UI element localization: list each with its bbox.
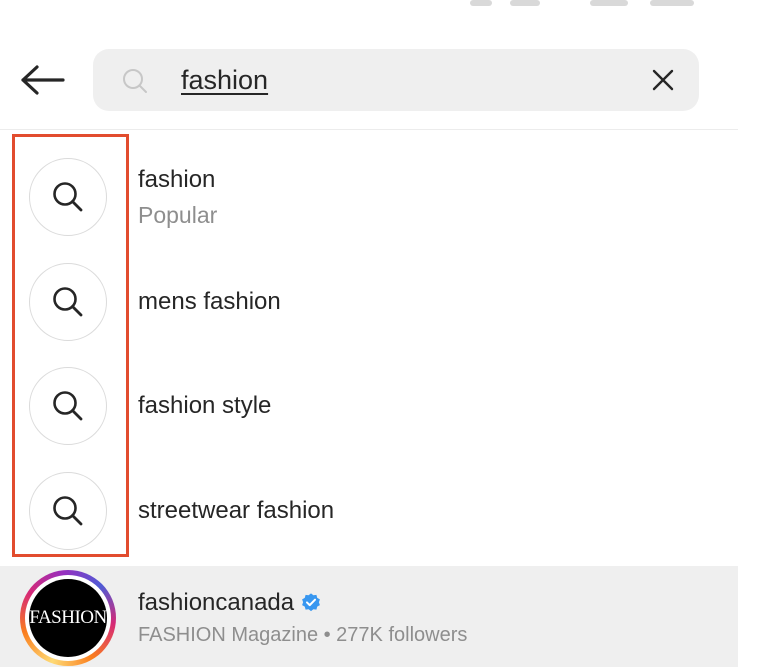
arrow-left-icon (21, 65, 65, 95)
suggestion-icon-circle (29, 158, 107, 236)
search-header: fashion (0, 40, 738, 130)
account-subtitle: FASHION Magazine • 277K followers (138, 624, 468, 646)
search-icon (53, 182, 83, 212)
suggestion-icon-circle (29, 472, 107, 550)
suggestion-subtitle: Popular (138, 202, 218, 228)
suggestion-title: fashion (138, 166, 216, 193)
search-input[interactable]: fashion (181, 63, 268, 97)
suggestion-icon-circle (29, 367, 107, 445)
back-button[interactable] (20, 62, 66, 98)
search-bar[interactable]: fashion (93, 49, 699, 111)
suggestion-icon-circle (29, 263, 107, 341)
search-screen: fashion fashion Popular mens fashion fas… (0, 0, 765, 667)
suggestion-item[interactable]: fashion style (0, 367, 738, 467)
search-icon (53, 287, 83, 317)
avatar-story-ring[interactable]: FASHION (20, 570, 116, 666)
suggestion-item[interactable]: mens fashion (0, 262, 738, 362)
avatar: FASHION (29, 579, 107, 657)
search-icon (53, 496, 83, 526)
suggestion-title: fashion style (138, 392, 272, 419)
verified-badge-icon (302, 593, 321, 612)
account-result-row[interactable]: FASHION fashioncanada FASHION Magazine •… (0, 566, 738, 667)
suggestion-item[interactable]: fashion Popular (0, 131, 738, 236)
suggestion-title: mens fashion (138, 288, 281, 315)
account-username-text: fashioncanada (138, 589, 295, 616)
account-username: fashioncanada (138, 588, 322, 618)
avatar-frame: FASHION (25, 575, 111, 661)
suggestion-title: streetwear fashion (138, 497, 335, 524)
close-icon (652, 69, 674, 91)
search-icon (53, 391, 83, 421)
suggestion-item[interactable]: streetwear fashion (0, 471, 738, 571)
clear-search-button[interactable] (649, 66, 677, 94)
status-bar-fragment (470, 0, 700, 8)
avatar-logo-text: FASHION (29, 607, 107, 628)
search-icon (123, 69, 147, 93)
